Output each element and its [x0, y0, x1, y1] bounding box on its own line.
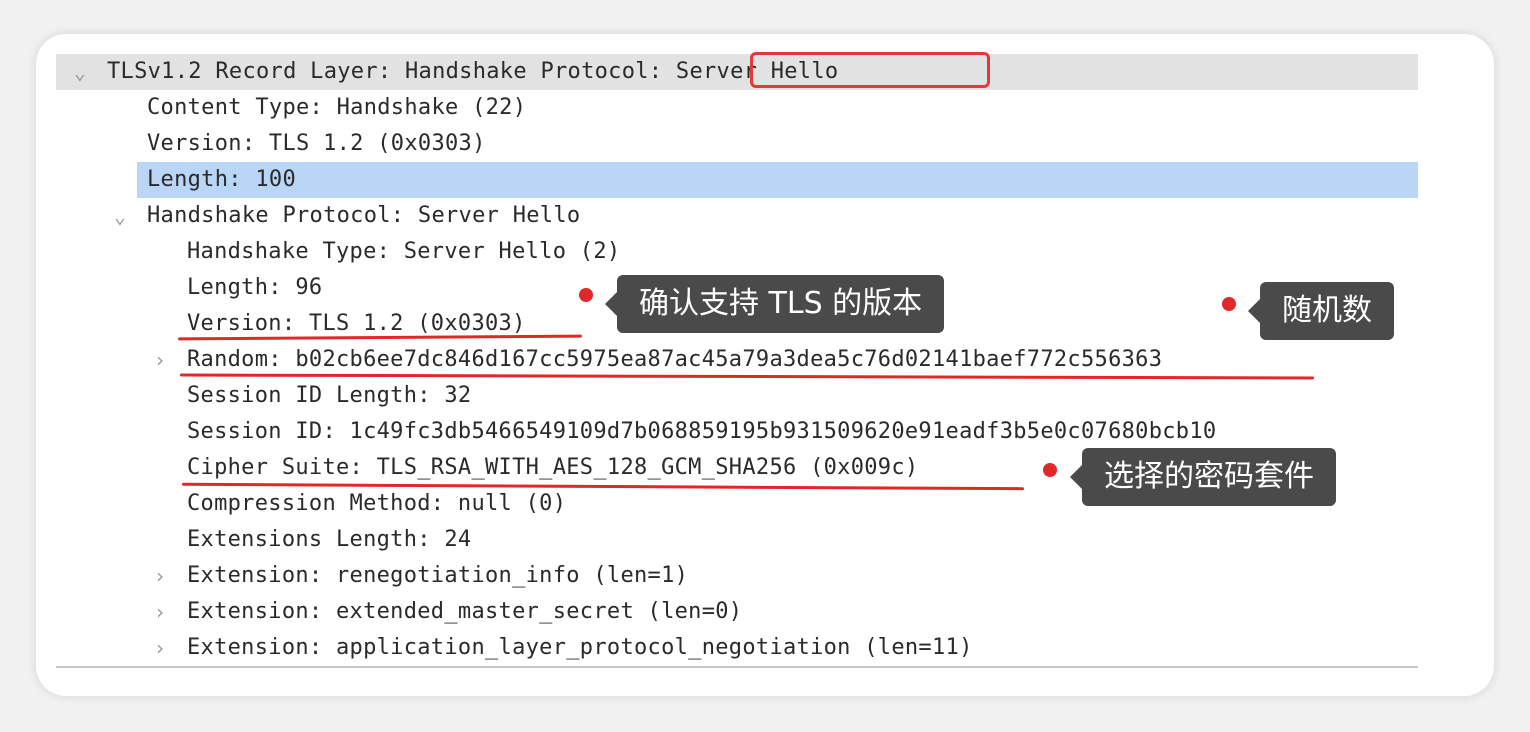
cipher-annotation-callout: 选择的密码套件 [1070, 448, 1336, 506]
chevron-right-icon[interactable]: › [150, 558, 170, 594]
tree-row-ext-master-secret[interactable]: › Extension: extended_master_secret (len… [56, 594, 1418, 630]
tree-row-content-type[interactable]: Content Type: Handshake (22) [56, 90, 1418, 126]
tree-row-record-layer[interactable]: ⌄ TLSv1.2 Record Layer: Handshake Protoc… [56, 54, 1418, 90]
tree-row-record-version[interactable]: Version: TLS 1.2 (0x0303) [56, 126, 1418, 162]
tree-row-label: Extension: extended_master_secret (len=0… [187, 599, 743, 624]
tree-row-label: Session ID: 1c49fc3db5466549109d7b068859… [187, 419, 1217, 444]
random-annotation-dot [1222, 297, 1236, 311]
tree-row-label: Random: b02cb6ee7dc846d167cc5975ea87ac45… [187, 347, 1163, 372]
chevron-right-icon[interactable]: › [150, 342, 170, 378]
chevron-down-icon[interactable]: ⌄ [70, 54, 90, 90]
tree-row-label: Extensions Length: 24 [187, 527, 472, 552]
chevron-right-icon[interactable]: › [150, 630, 170, 666]
tree-row-ext-renegotiation[interactable]: › Extension: renegotiation_info (len=1) [56, 558, 1418, 594]
tree-row-label: Length: 100 [137, 162, 1418, 198]
tree-row-label: Session ID Length: 32 [187, 383, 472, 408]
chevron-down-icon[interactable]: ⌄ [110, 198, 130, 234]
tree-row-label: Cipher Suite: TLS_RSA_WITH_AES_128_GCM_S… [187, 455, 919, 480]
tree-row-label: Version: TLS 1.2 (0x0303) [147, 131, 486, 156]
packet-details-tree: ⌄ TLSv1.2 Record Layer: Handshake Protoc… [56, 54, 1418, 666]
tree-row-record-length[interactable]: Length: 100 [56, 162, 1418, 198]
tree-row-extensions-length[interactable]: Extensions Length: 24 [56, 522, 1418, 558]
chevron-right-icon[interactable]: › [150, 594, 170, 630]
panel-bottom-divider [56, 666, 1418, 668]
tree-row-label: TLSv1.2 Record Layer: Handshake Protocol… [107, 59, 839, 84]
tree-row-session-id[interactable]: Session ID: 1c49fc3db5466549109d7b068859… [56, 414, 1418, 450]
tree-row-session-id-length[interactable]: Session ID Length: 32 [56, 378, 1418, 414]
tree-row-handshake-type[interactable]: Handshake Type: Server Hello (2) [56, 234, 1418, 270]
tree-row-random[interactable]: › Random: b02cb6ee7dc846d167cc5975ea87ac… [56, 342, 1418, 378]
random-annotation-callout: 随机数 [1248, 282, 1394, 340]
version-annotation-callout: 确认支持 TLS 的版本 [604, 275, 945, 333]
tree-row-handshake-protocol[interactable]: ⌄ Handshake Protocol: Server Hello [56, 198, 1418, 234]
server-hello-highlight-box [750, 52, 990, 88]
tree-row-label: Handshake Type: Server Hello (2) [187, 239, 621, 264]
tree-row-label: Content Type: Handshake (22) [147, 95, 527, 120]
tree-row-label: Compression Method: null (0) [187, 491, 567, 516]
cipher-annotation-dot [1043, 463, 1057, 477]
tree-row-ext-alpn[interactable]: › Extension: application_layer_protocol_… [56, 630, 1418, 666]
version-annotation-dot [579, 288, 593, 302]
tree-row-label: Extension: application_layer_protocol_ne… [187, 635, 973, 660]
tree-row-label: Length: 96 [187, 275, 323, 300]
tree-row-label: Extension: renegotiation_info (len=1) [187, 563, 689, 588]
tree-row-label: Handshake Protocol: Server Hello [147, 203, 581, 228]
